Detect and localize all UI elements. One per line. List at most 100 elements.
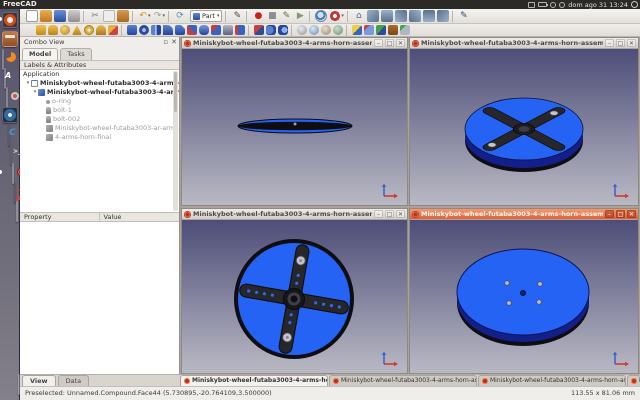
appearance-sphere-icon[interactable] <box>297 25 307 35</box>
close-icon[interactable]: ✕ <box>396 39 405 47</box>
workbench-selector[interactable]: Part ▾ <box>190 10 222 22</box>
part-revolve-icon[interactable] <box>139 25 149 35</box>
defeaturing-icon[interactable] <box>364 25 374 35</box>
new-file-icon[interactable] <box>26 10 38 22</box>
view-axonometric-icon[interactable]: ⌂ <box>353 10 365 22</box>
launcher-item-dash-home[interactable] <box>2 12 18 28</box>
launcher-item-terminal[interactable] <box>10 144 12 165</box>
dock-float-icon[interactable]: ▫ <box>163 38 168 46</box>
tree-item-part[interactable]: ▾ Miniskybot-wheel-futaba3003-4-arms-hor… <box>20 88 179 97</box>
launcher-item-ubuntu-one[interactable] <box>2 107 18 123</box>
window-tab-2[interactable]: Miniskybot-wheel-futaba3003-4-arms-horn-… <box>329 375 477 386</box>
window-tab-4[interactable]: Miniskybot-wheel-futaba3003-4-arms-horn-… <box>627 375 640 386</box>
tab-model[interactable]: Model <box>22 48 58 60</box>
export-step-icon[interactable] <box>376 25 386 35</box>
clock[interactable]: dom ago 31 13:24 <box>568 1 628 9</box>
macro-play-icon[interactable]: ▶ <box>294 10 306 22</box>
volume-icon[interactable] <box>559 2 565 8</box>
part-cross-section-icon[interactable] <box>235 25 245 35</box>
tree-item-wheel-final[interactable]: Miniskybot-wheel-futaba3003-ar-arms-horn… <box>20 124 179 133</box>
tree-item-document[interactable]: ▾ Miniskybot-wheel-futaba3003-4-arms-hor… <box>20 79 179 88</box>
save-icon[interactable] <box>54 10 66 22</box>
minimize-icon[interactable]: – <box>374 210 383 218</box>
macro-edit-icon[interactable]: ✎ <box>280 10 292 22</box>
tree-item-bolt-002[interactable]: bolt-002 <box>20 115 179 124</box>
tree-item-o-ring[interactable]: o-ring <box>20 97 179 106</box>
window-titlebar[interactable]: Miniskybot-wheel-futaba3003-4-arms-horn-… <box>410 209 638 220</box>
view-rear-icon[interactable] <box>409 10 421 22</box>
launcher-item-system-settings[interactable] <box>6 87 8 108</box>
window-titlebar[interactable]: Miniskybot-wheel-futaba3003-4-arms-horn-… <box>182 209 407 220</box>
launcher-item-firefox[interactable] <box>2 49 4 70</box>
minimize-icon[interactable]: – <box>605 39 614 47</box>
part-box-icon[interactable] <box>36 25 46 35</box>
launcher-item-c-application[interactable] <box>8 125 10 146</box>
minimize-icon[interactable]: – <box>374 39 383 47</box>
view-right-icon[interactable] <box>395 10 407 22</box>
close-icon[interactable]: ✕ <box>627 210 636 218</box>
boolean-union-icon[interactable] <box>266 25 276 35</box>
appearance-sphere2-icon[interactable] <box>309 25 319 35</box>
close-icon[interactable]: ✕ <box>627 39 636 47</box>
tab-tasks[interactable]: Tasks <box>60 48 91 60</box>
part-fillet-icon[interactable] <box>163 25 173 35</box>
macro-stop-icon[interactable]: ■ <box>266 10 278 22</box>
launcher-item-files[interactable] <box>2 31 18 47</box>
window-titlebar[interactable]: Miniskybot-wheel-futaba3003-4-arms-horn-… <box>410 38 638 49</box>
maximize-icon[interactable]: □ <box>385 210 394 218</box>
part-extrude-icon[interactable] <box>127 25 137 35</box>
part-chamfer-icon[interactable] <box>175 25 185 35</box>
maximize-icon[interactable]: □ <box>385 39 394 47</box>
launcher-item-media-app[interactable] <box>14 182 16 203</box>
fit-all-icon[interactable] <box>315 10 327 22</box>
draw-style-icon[interactable] <box>329 10 341 22</box>
part-section-icon[interactable] <box>223 25 233 35</box>
part-ruled-surface-icon[interactable] <box>187 25 197 35</box>
redo-icon[interactable]: ↷ <box>153 10 163 22</box>
paste-icon[interactable] <box>117 10 129 22</box>
copy-icon[interactable] <box>103 10 115 22</box>
view-front-icon[interactable] <box>367 10 379 22</box>
part-torus-icon[interactable] <box>84 25 94 35</box>
tree-item-bolt-1[interactable]: bolt-1 <box>20 106 179 115</box>
dock-close-icon[interactable]: ✕ <box>171 38 177 46</box>
property-editor[interactable] <box>20 222 179 374</box>
tab-view[interactable]: View <box>22 375 56 386</box>
tab-data[interactable]: Data <box>58 375 90 386</box>
maximize-icon[interactable]: □ <box>616 210 625 218</box>
draw-style-dropdown-icon[interactable]: ▾ <box>341 14 344 19</box>
view-left-icon[interactable] <box>437 10 449 22</box>
boolean-cut-icon[interactable] <box>254 25 264 35</box>
measure-icon[interactable]: ✎ <box>458 10 470 22</box>
viewport-3d[interactable] <box>182 220 407 373</box>
check-geometry-icon[interactable] <box>352 25 362 35</box>
launcher-item-freecad[interactable] <box>12 163 14 184</box>
launcher-item-app-window[interactable] <box>16 201 18 222</box>
minimize-icon[interactable]: – <box>605 210 614 218</box>
print-icon[interactable] <box>68 10 80 22</box>
refresh-icon[interactable]: ⟳ <box>174 10 186 22</box>
view-top-icon[interactable] <box>381 10 393 22</box>
part-mirror-icon[interactable] <box>151 25 161 35</box>
part-tube-icon[interactable] <box>96 25 106 35</box>
messages-icon[interactable] <box>528 2 535 8</box>
export-mesh-icon[interactable] <box>400 25 410 35</box>
part-cone-icon[interactable] <box>72 25 82 35</box>
close-icon[interactable]: ✕ <box>396 210 405 218</box>
part-sphere-icon[interactable] <box>60 25 70 35</box>
export-iges-icon[interactable] <box>388 25 398 35</box>
part-sweep-icon[interactable] <box>211 25 221 35</box>
tree-scrollbar[interactable] <box>173 71 178 211</box>
open-file-icon[interactable] <box>40 10 52 22</box>
battery-icon[interactable] <box>538 2 547 7</box>
session-gear-icon[interactable] <box>631 1 638 8</box>
launcher-item-software-center[interactable] <box>4 68 6 89</box>
tree-item-horn-final[interactable]: 4-arms-horn-final <box>20 133 179 142</box>
appearance-sphere3-icon[interactable] <box>321 25 331 35</box>
network-icon[interactable] <box>550 2 556 8</box>
part-cylinder-icon[interactable] <box>48 25 58 35</box>
undo-icon[interactable]: ↶ <box>138 10 148 22</box>
part-loft-icon[interactable] <box>199 25 209 35</box>
window-tab-1[interactable]: Miniskybot-wheel-futaba3003-4-arms-horn-… <box>180 375 328 386</box>
viewport-3d[interactable] <box>410 49 638 205</box>
